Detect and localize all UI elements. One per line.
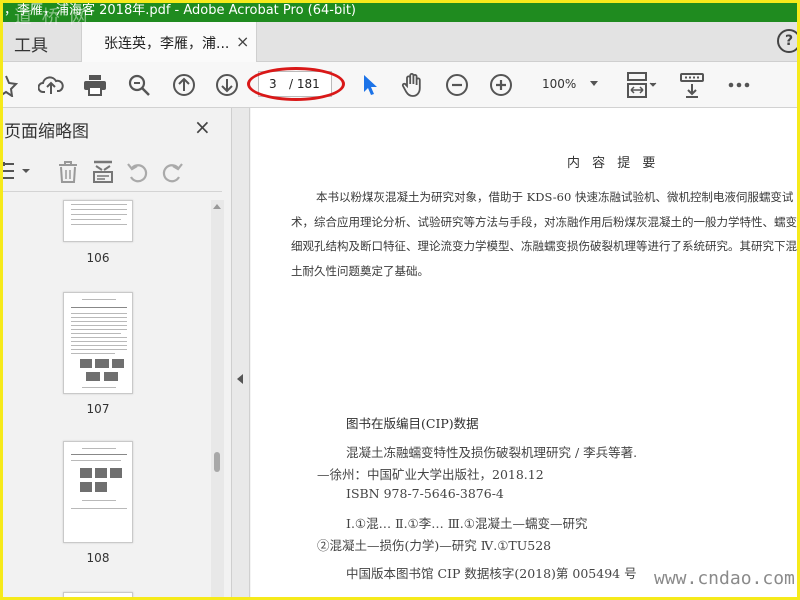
bookmark-star-icon[interactable] <box>0 71 20 99</box>
thumbnail-options-icon[interactable] <box>0 160 36 186</box>
scrollbar-thumb[interactable] <box>214 452 220 472</box>
watermark-top: 道 桥 网 <box>14 7 90 28</box>
sidebar-title: 页面缩略图 <box>4 122 89 142</box>
scroll-up-icon[interactable] <box>213 204 221 209</box>
cip-heading: 图书在版编目(CIP)数据 <box>346 416 479 431</box>
hand-tool-icon[interactable] <box>399 71 427 99</box>
zoom-value: 100% <box>542 77 577 91</box>
tab-row: 工具 张连英，李雁，浦... × ? <box>0 22 800 63</box>
extract-page-icon[interactable] <box>92 160 114 188</box>
sidebar-close-icon[interactable]: × <box>194 115 211 139</box>
cip-line: Ⅰ.①混… Ⅱ.①李… Ⅲ.①混凝土—蠕变—研究 <box>346 516 588 531</box>
help-icon[interactable]: ? <box>777 29 800 53</box>
thumbnail-label: 107 <box>86 402 110 416</box>
cloud-upload-icon[interactable] <box>37 71 65 99</box>
tab-close-icon[interactable]: × <box>236 32 249 51</box>
cip-line: ②混凝土—损伤(力学)—研究 Ⅳ.①TU528 <box>317 538 552 553</box>
watermark-bottom: www.cndao.com <box>654 568 795 589</box>
zoom-search-icon[interactable] <box>125 71 153 99</box>
cip-line: ISBN 978-7-5646-3876-4 <box>346 486 504 501</box>
tab-document[interactable]: 张连英，李雁，浦... <box>82 22 257 63</box>
red-annotation-circle <box>247 67 345 101</box>
cip-line: —徐州：中国矿业大学出版社，2018.12 <box>317 467 544 482</box>
collapse-panel-icon[interactable] <box>237 374 243 384</box>
scroll-mode-icon[interactable] <box>679 71 705 99</box>
cip-line: 混凝土冻融蠕变特性及损伤破裂机理研究 / 李兵等著. <box>346 445 638 460</box>
print-icon[interactable] <box>81 71 109 99</box>
tab-document-label: 张连英，李雁，浦... <box>104 36 230 52</box>
previous-page-icon[interactable] <box>170 71 198 99</box>
more-options-icon[interactable] <box>727 71 751 99</box>
select-cursor-icon[interactable] <box>360 71 380 99</box>
thumbnail-label: 108 <box>86 551 110 565</box>
thumbnail-sidebar: 页面缩略图 × 106 107 108 <box>0 108 232 600</box>
page-fit-icon[interactable] <box>624 71 660 99</box>
document-heading: 内 容 提 要 <box>567 156 660 171</box>
window-title-bar: ，李雁，浦海客 2018年.pdf - Adobe Acrobat Pro (6… <box>0 0 800 22</box>
thumbnail-page-108[interactable] <box>63 441 133 543</box>
chevron-down-icon <box>590 81 598 86</box>
rotate-counterclockwise-icon[interactable] <box>126 160 150 188</box>
thumbnail-page-106[interactable] <box>63 200 133 242</box>
next-page-icon[interactable] <box>213 71 241 99</box>
document-page: 内 容 提 要 本书以粉煤灰混凝土为研究对象，借助于 KDS-60 快速冻融试验… <box>251 108 800 600</box>
abstract-paragraph: 本书以粉煤灰混凝土为研究对象，借助于 KDS-60 快速冻融试验机、微机控制电液… <box>291 190 800 278</box>
zoom-dropdown[interactable]: 100% <box>532 73 604 97</box>
sidebar-toolbar <box>0 152 222 192</box>
panel-splitter[interactable] <box>232 108 250 600</box>
thumbnail-page-107[interactable] <box>63 292 133 394</box>
thumbnail-label: 106 <box>86 251 110 265</box>
delete-page-icon[interactable] <box>58 160 78 188</box>
thumbnail-page-next[interactable] <box>63 592 133 600</box>
cip-line: 中国版本图书馆 CIP 数据核字(2018)第 005494 号 <box>346 566 637 581</box>
zoom-in-icon[interactable] <box>488 71 514 99</box>
zoom-out-icon[interactable] <box>444 71 470 99</box>
sidebar-scrollbar[interactable] <box>211 200 224 598</box>
main-toolbar: 3 / 181 100% <box>0 62 800 108</box>
rotate-clockwise-icon[interactable] <box>160 160 184 188</box>
